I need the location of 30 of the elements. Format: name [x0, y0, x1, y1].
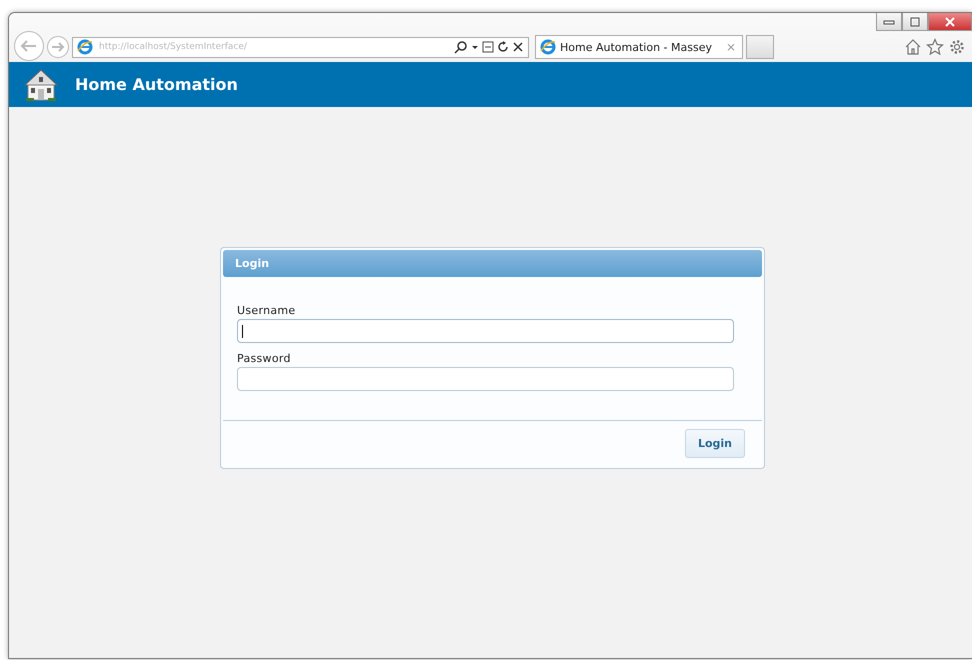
field-label: Password	[237, 352, 292, 365]
close-button[interactable]	[928, 13, 972, 31]
browser-logo-icon	[540, 39, 556, 55]
settings-icon[interactable]	[948, 38, 966, 56]
stop-icon[interactable]	[512, 40, 524, 54]
maximize-icon	[909, 16, 921, 26]
star-icon[interactable]	[926, 38, 944, 56]
minimize-button[interactable]	[876, 13, 902, 31]
home-icon[interactable]	[904, 38, 922, 56]
input-field[interactable]	[237, 319, 734, 343]
maximize-button[interactable]	[902, 13, 928, 31]
browser-logo-icon	[77, 39, 93, 55]
right-arrow-icon	[51, 41, 65, 53]
input-field[interactable]	[237, 367, 734, 391]
url-text: http://localhost/SystemInterface/	[99, 42, 248, 52]
login-button[interactable]: Login	[685, 429, 745, 458]
field-label: Username	[237, 304, 296, 317]
app-title: Home Automation	[75, 75, 238, 94]
refresh-icon[interactable]	[497, 40, 509, 54]
left-arrow-icon	[20, 39, 38, 53]
search-icon[interactable]	[454, 40, 468, 54]
minimize-icon	[883, 18, 895, 26]
tab-close-button[interactable]: ×	[726, 40, 736, 54]
house-icon	[23, 68, 59, 102]
tab-title: Home Automation - Massey	[560, 40, 712, 54]
close-icon	[944, 16, 956, 26]
compatibility-icon[interactable]	[482, 40, 494, 54]
panel-title: Login	[235, 257, 270, 270]
browser-tab[interactable]: Home Automation - Massey ×	[535, 35, 744, 59]
text-cursor	[242, 324, 243, 338]
